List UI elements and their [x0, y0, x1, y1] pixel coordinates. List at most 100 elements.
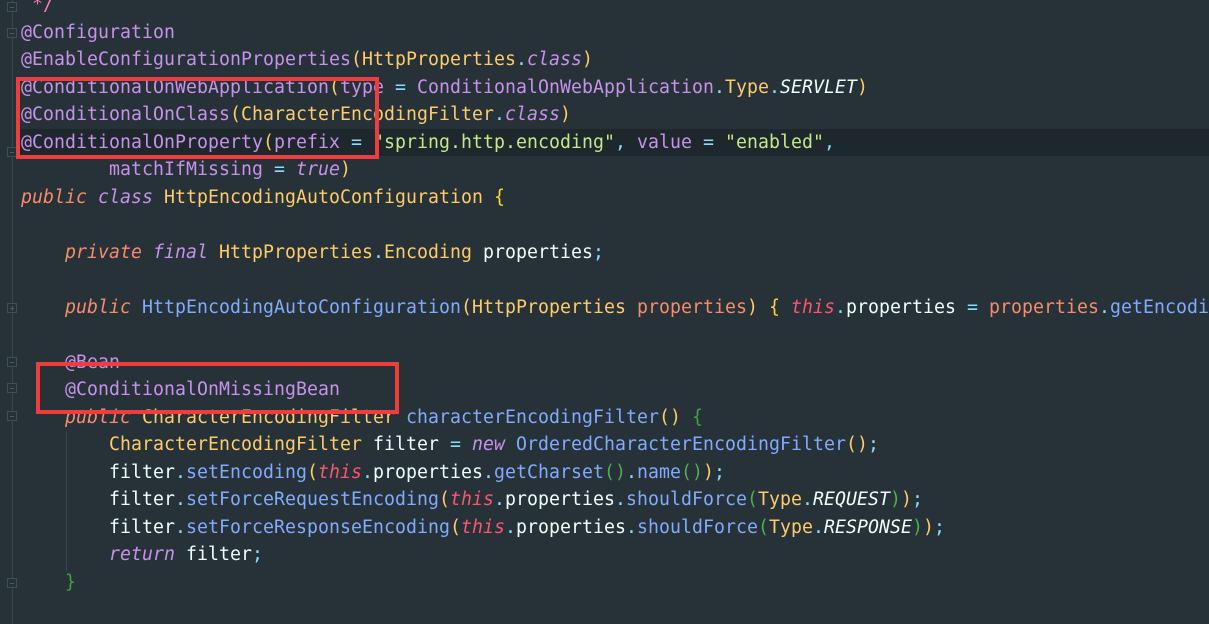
code-token: ): [747, 296, 758, 318]
code-token: HttpProperties: [219, 241, 373, 263]
code-token: ): [923, 516, 934, 538]
code-token: private: [65, 241, 142, 263]
code-token: name: [637, 461, 681, 483]
code-token: HttpEncodingAutoConfiguration: [164, 186, 483, 208]
code-token: .: [802, 489, 813, 510]
code-token: .: [175, 489, 186, 510]
code-token: .: [769, 76, 780, 98]
code-token: (: [439, 489, 450, 510]
code-token: this: [461, 516, 505, 538]
fold-start-icon[interactable]: [7, 357, 17, 367]
code-token: true: [296, 159, 340, 180]
code-token: properties: [516, 516, 626, 538]
code-token: ): [912, 516, 923, 538]
code-line[interactable]: private final HttpProperties.Encoding pr…: [21, 239, 1209, 267]
code-token: ): [340, 159, 351, 180]
fold-end-icon[interactable]: [7, 578, 17, 588]
code-token: .: [494, 489, 505, 510]
code-token: (: [307, 461, 318, 483]
code-token: shouldForce: [626, 489, 747, 510]
code-token: ;: [714, 461, 725, 483]
code-token: getCharset: [494, 461, 604, 483]
code-line[interactable]: @Configuration: [21, 19, 1209, 47]
code-token: OrderedCharacterEncodingFilter: [516, 434, 846, 455]
code-token: .: [505, 516, 516, 538]
code-token: setForceRequestEncoding: [186, 489, 439, 510]
code-token: getEncoding: [1110, 296, 1209, 318]
code-line[interactable]: [21, 211, 1209, 239]
code-token: this: [791, 296, 835, 318]
code-line[interactable]: */: [21, 0, 1209, 19]
code-token: this: [318, 461, 362, 483]
code-line[interactable]: @EnableConfigurationProperties(HttpPrope…: [21, 46, 1209, 74]
code-token: "enabled": [725, 131, 824, 153]
code-token: ConditionalOnWebApplication: [417, 76, 714, 98]
code-token: Encoding: [384, 241, 472, 263]
code-token: filter: [109, 461, 175, 483]
code-token: filter: [373, 434, 439, 455]
code-line[interactable]: filter.setForceResponseEncoding(this.pro…: [21, 514, 1209, 542]
code-line[interactable]: public HttpEncodingAutoConfiguration(Htt…: [21, 294, 1209, 322]
code-token: Type: [769, 516, 813, 538]
code-line[interactable]: [21, 321, 1209, 349]
code-token: characterEncodingFilter: [406, 406, 659, 428]
code-token: .: [175, 461, 186, 483]
code-token: final: [153, 241, 208, 263]
code-token: (: [461, 296, 472, 318]
code-token: (): [659, 406, 681, 428]
code-token: }: [65, 571, 76, 593]
code-token: class: [505, 104, 560, 125]
code-line[interactable]: return filter;: [21, 541, 1209, 569]
code-token: ): [901, 489, 912, 510]
code-line[interactable]: }: [21, 569, 1209, 597]
code-token: .: [175, 516, 186, 538]
code-token: .: [373, 241, 384, 263]
code-token: new: [472, 434, 505, 455]
code-token: .: [494, 104, 505, 125]
code-token: matchIfMissing: [109, 159, 263, 180]
code-line[interactable]: filter.setForceRequestEncoding(this.prop…: [21, 486, 1209, 514]
fold-end-icon[interactable]: [7, 2, 17, 12]
fold-expand-icon[interactable]: [7, 303, 17, 313]
code-token: RESPONSE: [824, 516, 912, 538]
code-token: filter: [109, 489, 175, 510]
code-token: filter: [109, 516, 175, 538]
code-line[interactable]: CharacterEncodingFilter filter = new Ord…: [21, 431, 1209, 459]
code-token: HttpEncodingAutoConfiguration: [142, 296, 461, 318]
code-line[interactable]: [21, 266, 1209, 294]
code-token: HttpProperties: [362, 49, 516, 70]
code-token: class: [527, 49, 582, 70]
code-token: ;: [934, 516, 945, 538]
fold-start-icon[interactable]: [7, 411, 17, 421]
fold-start-icon[interactable]: [7, 28, 17, 38]
code-line[interactable]: filter.setEncoding(this.properties.getCh…: [21, 459, 1209, 487]
code-token: return: [109, 544, 175, 565]
code-token: Type: [758, 489, 802, 510]
code-token: @Configuration: [21, 21, 175, 43]
fold-end-icon[interactable]: [7, 383, 17, 393]
code-token: {: [769, 296, 780, 318]
code-token: ): [890, 489, 901, 510]
code-token: CharacterEncodingFilter: [109, 434, 362, 455]
code-line[interactable]: public class HttpEncodingAutoConfigurati…: [21, 184, 1209, 212]
code-token: (: [747, 489, 758, 510]
code-token: (): [846, 434, 868, 455]
code-line[interactable]: matchIfMissing = true): [21, 156, 1209, 184]
code-token: properties: [505, 489, 615, 510]
code-token: (): [681, 461, 703, 483]
code-token: .: [626, 461, 637, 483]
